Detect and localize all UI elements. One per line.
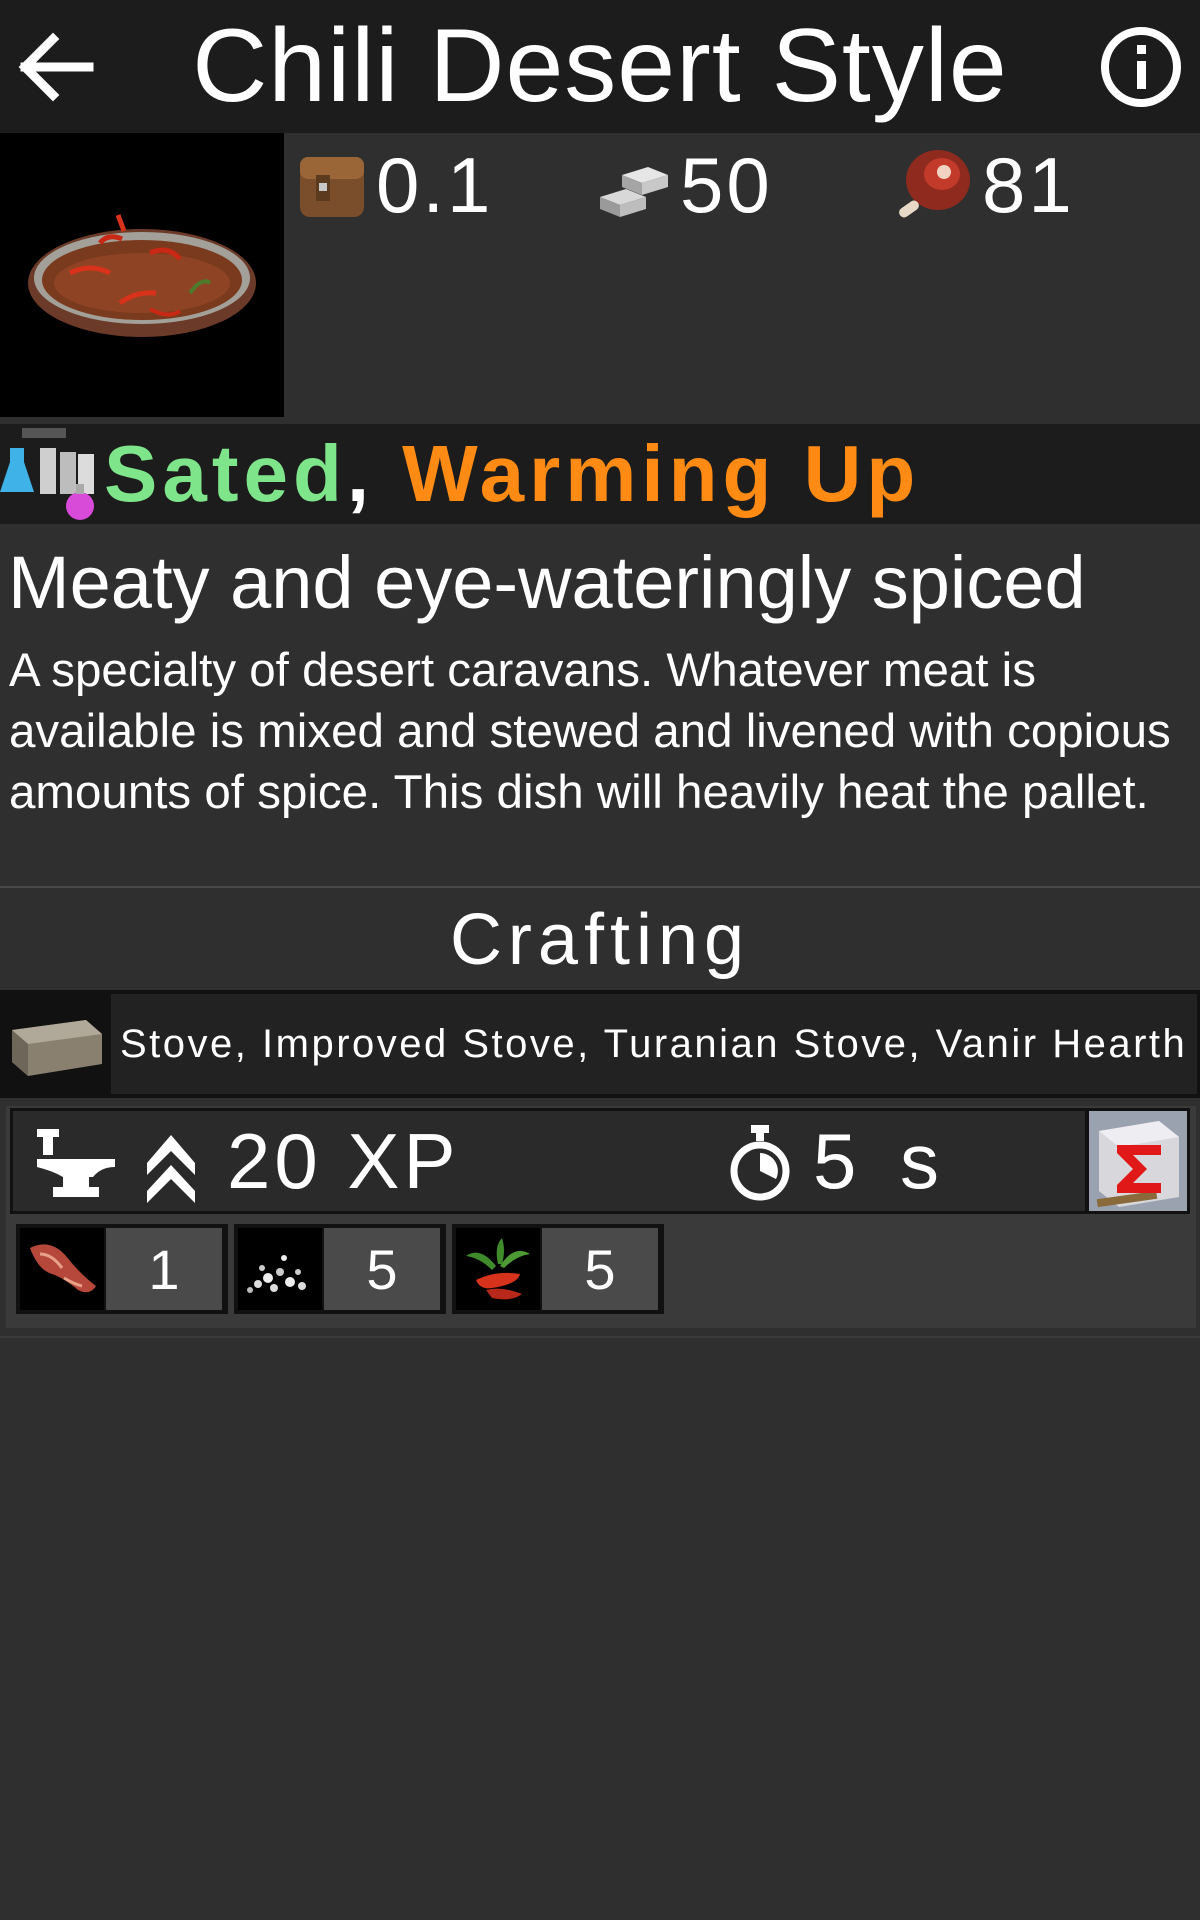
- crafting-stations-list: Stove, Improved Stove, Turanian Stove, V…: [111, 994, 1197, 1094]
- chili-icon: [456, 1228, 540, 1310]
- sum-icon: [1089, 1111, 1187, 1211]
- info-icon: [1101, 27, 1181, 107]
- chili-bowl-icon: [28, 214, 256, 337]
- page-title: Chili Desert Style: [192, 8, 1008, 124]
- weight-stat: 0.1: [292, 140, 493, 230]
- weight-value: 0.1: [376, 140, 494, 229]
- effects-text: Sated, Warming Up: [104, 424, 920, 524]
- crafting-stations: Stove, Improved Stove, Turanian Stove, V…: [0, 990, 1200, 1098]
- arrow-left-icon: [18, 32, 94, 102]
- spice-icon: [238, 1228, 322, 1310]
- silver-bars-icon: [600, 167, 668, 217]
- stack-stat: 50: [592, 140, 773, 230]
- meat-icon: [20, 1228, 104, 1310]
- food-value: 81: [982, 140, 1075, 229]
- meat-haunch-icon: [899, 150, 970, 218]
- stack-value: 50: [680, 140, 773, 229]
- ingredient-slot[interactable]: 5: [234, 1224, 446, 1314]
- item-image: [0, 133, 284, 417]
- divider: [0, 1336, 1200, 1338]
- crafting-heading: Crafting: [449, 900, 751, 980]
- ingredient-slot[interactable]: 5: [452, 1224, 664, 1314]
- ingredient-slot[interactable]: 1: [16, 1224, 228, 1314]
- ingredient-qty: 5: [324, 1228, 440, 1310]
- craft-sum-button[interactable]: [1086, 1108, 1190, 1214]
- backpack-icon: [300, 157, 364, 217]
- item-subtitle: Meaty and eye-wateringly spiced: [8, 541, 1086, 624]
- recipe-info: 20 XP 5 s: [10, 1108, 1088, 1214]
- craft-time-value: 5 s: [813, 1116, 944, 1205]
- item-description: A specialty of desert caravans. Whatever…: [9, 644, 1171, 819]
- info-button[interactable]: [1096, 22, 1186, 112]
- top-app-bar: Chili Desert Style: [0, 0, 1200, 133]
- ingredient-qty: 1: [106, 1228, 222, 1310]
- recipe-panel: 20 XP 5 s 1 5 5: [6, 1106, 1196, 1328]
- effect-warming-up: Warming Up: [402, 429, 921, 518]
- anvil-icon: [37, 1129, 115, 1197]
- xp-chevrons-icon: [147, 1135, 195, 1203]
- effect-sated: Sated: [104, 429, 347, 518]
- stove-icon: [6, 994, 108, 1094]
- stopwatch-icon: [730, 1125, 790, 1201]
- divider: [0, 886, 1200, 888]
- effects-bar: Sated, Warming Up: [0, 424, 1200, 524]
- food-stat: 81: [892, 140, 1075, 230]
- back-button[interactable]: [12, 22, 102, 112]
- ingredient-qty: 5: [542, 1228, 658, 1310]
- item-stats: 0.1 50 81: [292, 140, 1192, 230]
- potions-icon: [0, 424, 100, 524]
- xp-value: 20 XP: [227, 1116, 460, 1205]
- effect-separator: ,: [346, 429, 375, 518]
